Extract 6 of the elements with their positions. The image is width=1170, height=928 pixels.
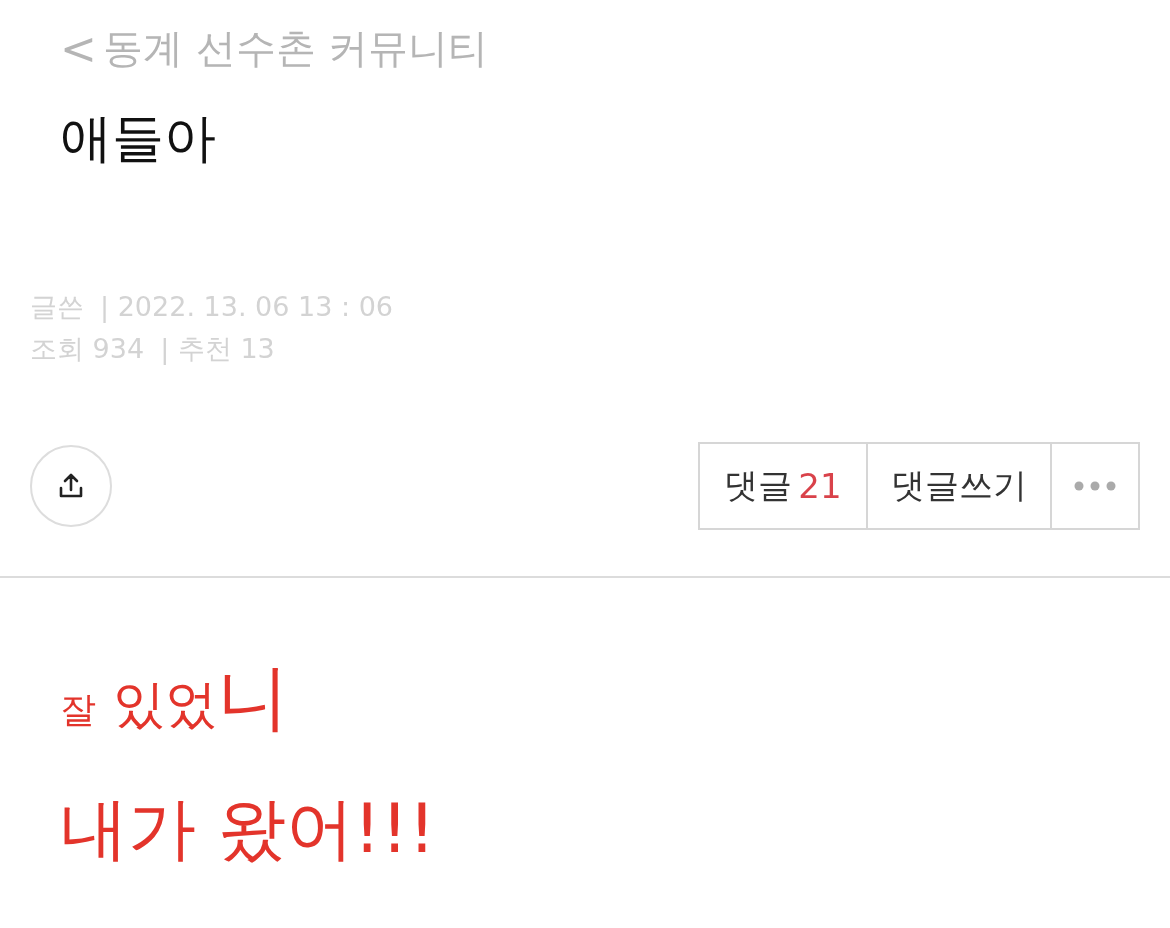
board-title: 동계 선수촌 커뮤니티 <box>102 23 489 73</box>
more-icon <box>1073 481 1117 491</box>
message-line: 잘 있었니 <box>60 654 290 741</box>
post-title: 애들아 <box>60 107 217 170</box>
message-line: 내가 왔어!!! <box>60 788 437 870</box>
share-icon <box>58 473 84 499</box>
